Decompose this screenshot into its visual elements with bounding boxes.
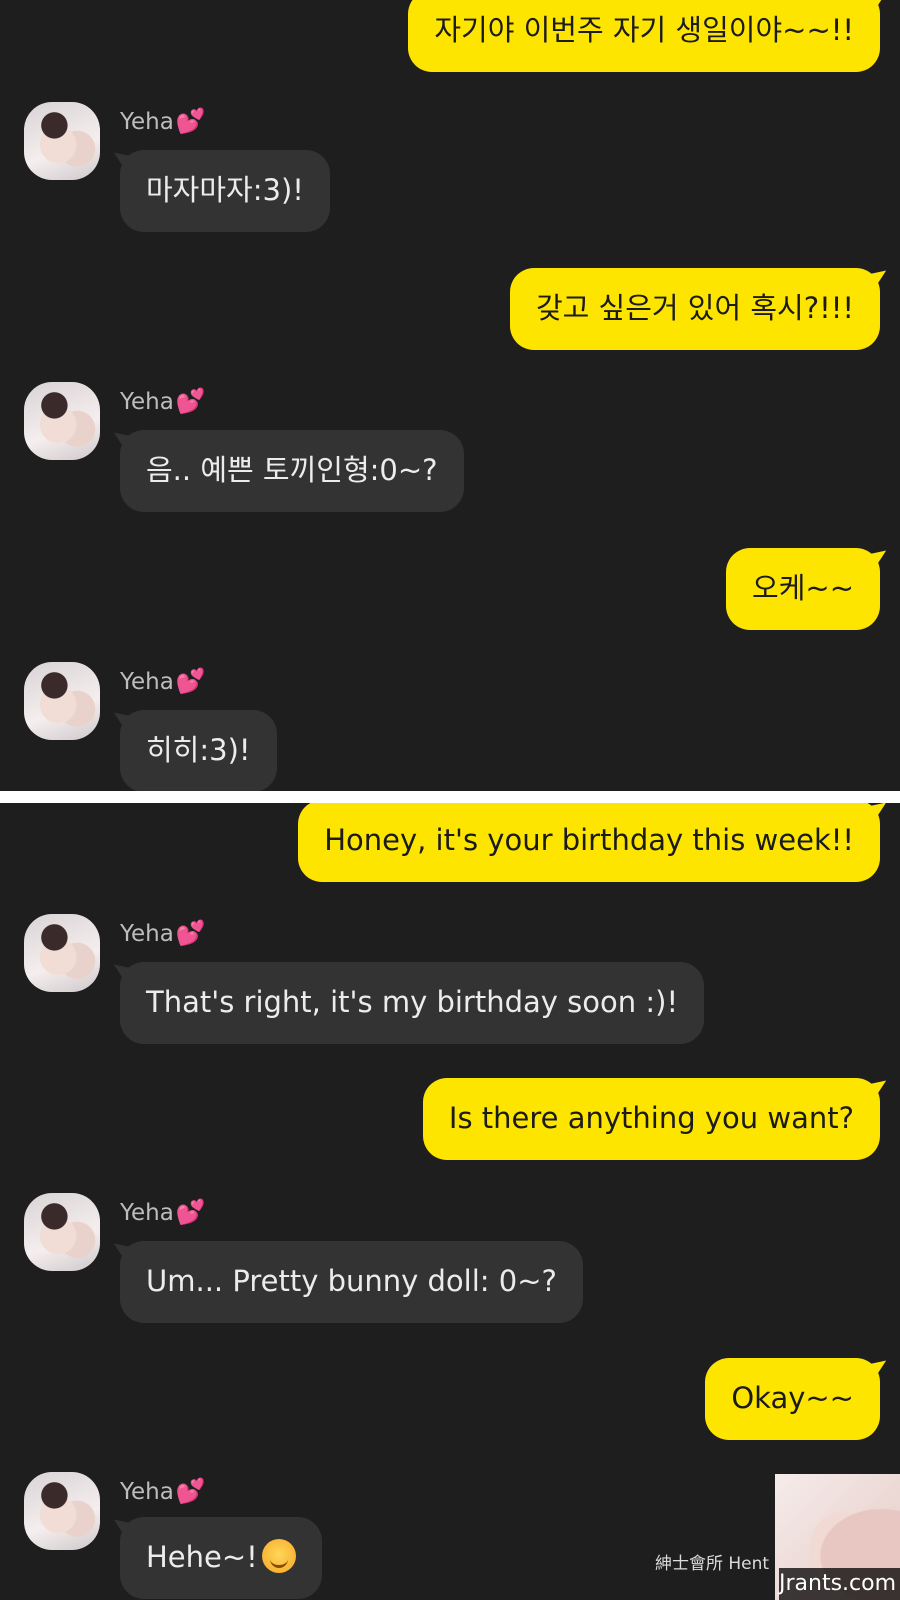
my-message-bubble[interactable]: Okay~~ — [705, 1358, 880, 1440]
message-text: Um... Pretty bunny doll: 0~? — [146, 1264, 557, 1298]
heart-icon: 💕 — [175, 387, 206, 415]
message-text: 오케~~ — [752, 571, 854, 605]
my-message-bubble[interactable]: Is there anything you want? — [422, 1078, 880, 1160]
sender-name: Yeha💕 — [120, 1198, 206, 1226]
avatar[interactable] — [24, 1193, 100, 1271]
message-text: Honey, it's your birthday this week!! — [324, 823, 854, 857]
sender-name: Yeha💕 — [120, 919, 206, 947]
my-message-bubble[interactable]: 자기야 이번주 자기 생일이야~~!! — [408, 0, 880, 72]
message-text: Hehe~! — [146, 1540, 258, 1574]
sender-name: Yeha💕 — [120, 387, 206, 415]
their-message-bubble[interactable]: Um... Pretty bunny doll: 0~? — [120, 1241, 583, 1323]
heart-icon: 💕 — [175, 919, 206, 947]
their-message-bubble[interactable]: That's right, it's my birthday soon :)! — [120, 962, 705, 1044]
avatar[interactable] — [24, 914, 100, 992]
chat-panel-korean: 자기야 이번주 자기 생일이야~~!! Yeha💕 마자마자:3)! 갖고 싶은… — [0, 0, 900, 791]
sender-name: Yeha💕 — [120, 107, 206, 135]
heart-icon: 💕 — [175, 107, 206, 135]
my-message-bubble[interactable]: 갖고 싶은거 있어 혹시?!!! — [509, 268, 880, 350]
message-text: 갖고 싶은거 있어 혹시?!!! — [535, 291, 854, 325]
message-text: 마자마자:3)! — [146, 173, 304, 207]
avatar[interactable] — [24, 102, 100, 180]
sender-name: Yeha💕 — [120, 1477, 206, 1505]
chat-panel-english: Honey, it's your birthday this week!! Ye… — [0, 803, 900, 1600]
message-text: Is there anything you want? — [448, 1101, 854, 1135]
my-message-bubble[interactable]: 오케~~ — [726, 548, 880, 630]
message-text: That's right, it's my birthday soon :)! — [146, 985, 679, 1019]
avatar[interactable] — [24, 662, 100, 740]
heart-icon: 💕 — [175, 667, 206, 695]
their-message-bubble[interactable]: 마자마자:3)! — [120, 150, 330, 232]
message-text: 히히:3)! — [146, 733, 251, 767]
my-message-bubble[interactable]: Honey, it's your birthday this week!! — [298, 803, 880, 882]
smiling-face-icon — [261, 1539, 296, 1573]
panel-divider — [0, 791, 900, 803]
their-message-bubble[interactable]: Hehe~! — [120, 1517, 322, 1599]
their-message-bubble[interactable]: 히히:3)! — [120, 710, 277, 791]
their-message-bubble[interactable]: 음.. 예쁜 토끼인형:0~? — [120, 430, 464, 512]
heart-icon: 💕 — [175, 1198, 206, 1226]
message-text: 음.. 예쁜 토끼인형:0~? — [146, 453, 438, 487]
message-text: 자기야 이번주 자기 생일이야~~!! — [434, 13, 854, 47]
avatar[interactable] — [24, 382, 100, 460]
sender-name: Yeha💕 — [120, 667, 206, 695]
message-text: Okay~~ — [731, 1381, 854, 1415]
watermark-site: Jrants.com — [779, 1568, 900, 1600]
avatar[interactable] — [24, 1472, 100, 1550]
heart-icon: 💕 — [175, 1477, 206, 1505]
watermark-text: 紳士會所 Hent — [655, 1554, 770, 1574]
